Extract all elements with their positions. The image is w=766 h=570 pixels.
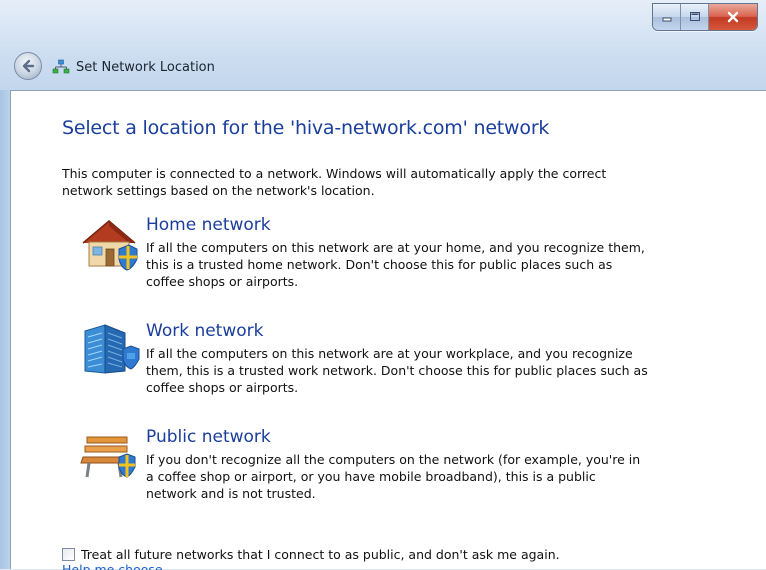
maximize-icon: [689, 12, 700, 21]
minimize-icon: [662, 17, 671, 22]
network-icon: [52, 59, 70, 74]
page-heading: Select a location for the 'hiva-network.…: [62, 117, 550, 139]
navigation-bar: Set Network Location: [0, 44, 766, 90]
treat-as-public-option[interactable]: Treat all future networks that I connect…: [62, 545, 560, 563]
public-network-icon: [80, 436, 136, 478]
window-left-border: [0, 90, 10, 569]
maximize-button[interactable]: [681, 4, 709, 30]
window-title-text: Set Network Location: [76, 59, 215, 75]
treat-as-public-checkbox[interactable]: [62, 547, 75, 561]
option-public-description: If you don't recognize all the computers…: [146, 452, 641, 501]
content-pane: Select a location for the 'hiva-network.…: [10, 90, 766, 570]
option-public-network[interactable]: Public network If you don't recognize al…: [79, 427, 719, 517]
close-icon: [727, 11, 739, 23]
caption-buttons: [652, 3, 758, 31]
option-work-title: Work network: [146, 321, 264, 341]
close-button[interactable]: [709, 4, 757, 30]
intro-text: This computer is connected to a network.…: [62, 166, 607, 198]
option-public-title: Public network: [146, 427, 271, 447]
back-arrow-icon: [22, 59, 35, 73]
minimize-button[interactable]: [653, 4, 681, 30]
window-title: Set Network Location: [52, 55, 215, 79]
back-button[interactable]: [14, 52, 42, 80]
option-home-title: Home network: [146, 215, 271, 235]
work-network-icon: [84, 324, 140, 374]
option-home-network[interactable]: Home network If all the computers on thi…: [79, 215, 719, 305]
option-home-description: If all the computers on this network are…: [146, 240, 645, 289]
treat-as-public-label: Treat all future networks that I connect…: [81, 546, 560, 562]
option-work-network[interactable]: Work network If all the computers on thi…: [79, 321, 719, 411]
option-work-description: If all the computers on this network are…: [146, 346, 648, 395]
home-network-icon: [82, 220, 138, 271]
